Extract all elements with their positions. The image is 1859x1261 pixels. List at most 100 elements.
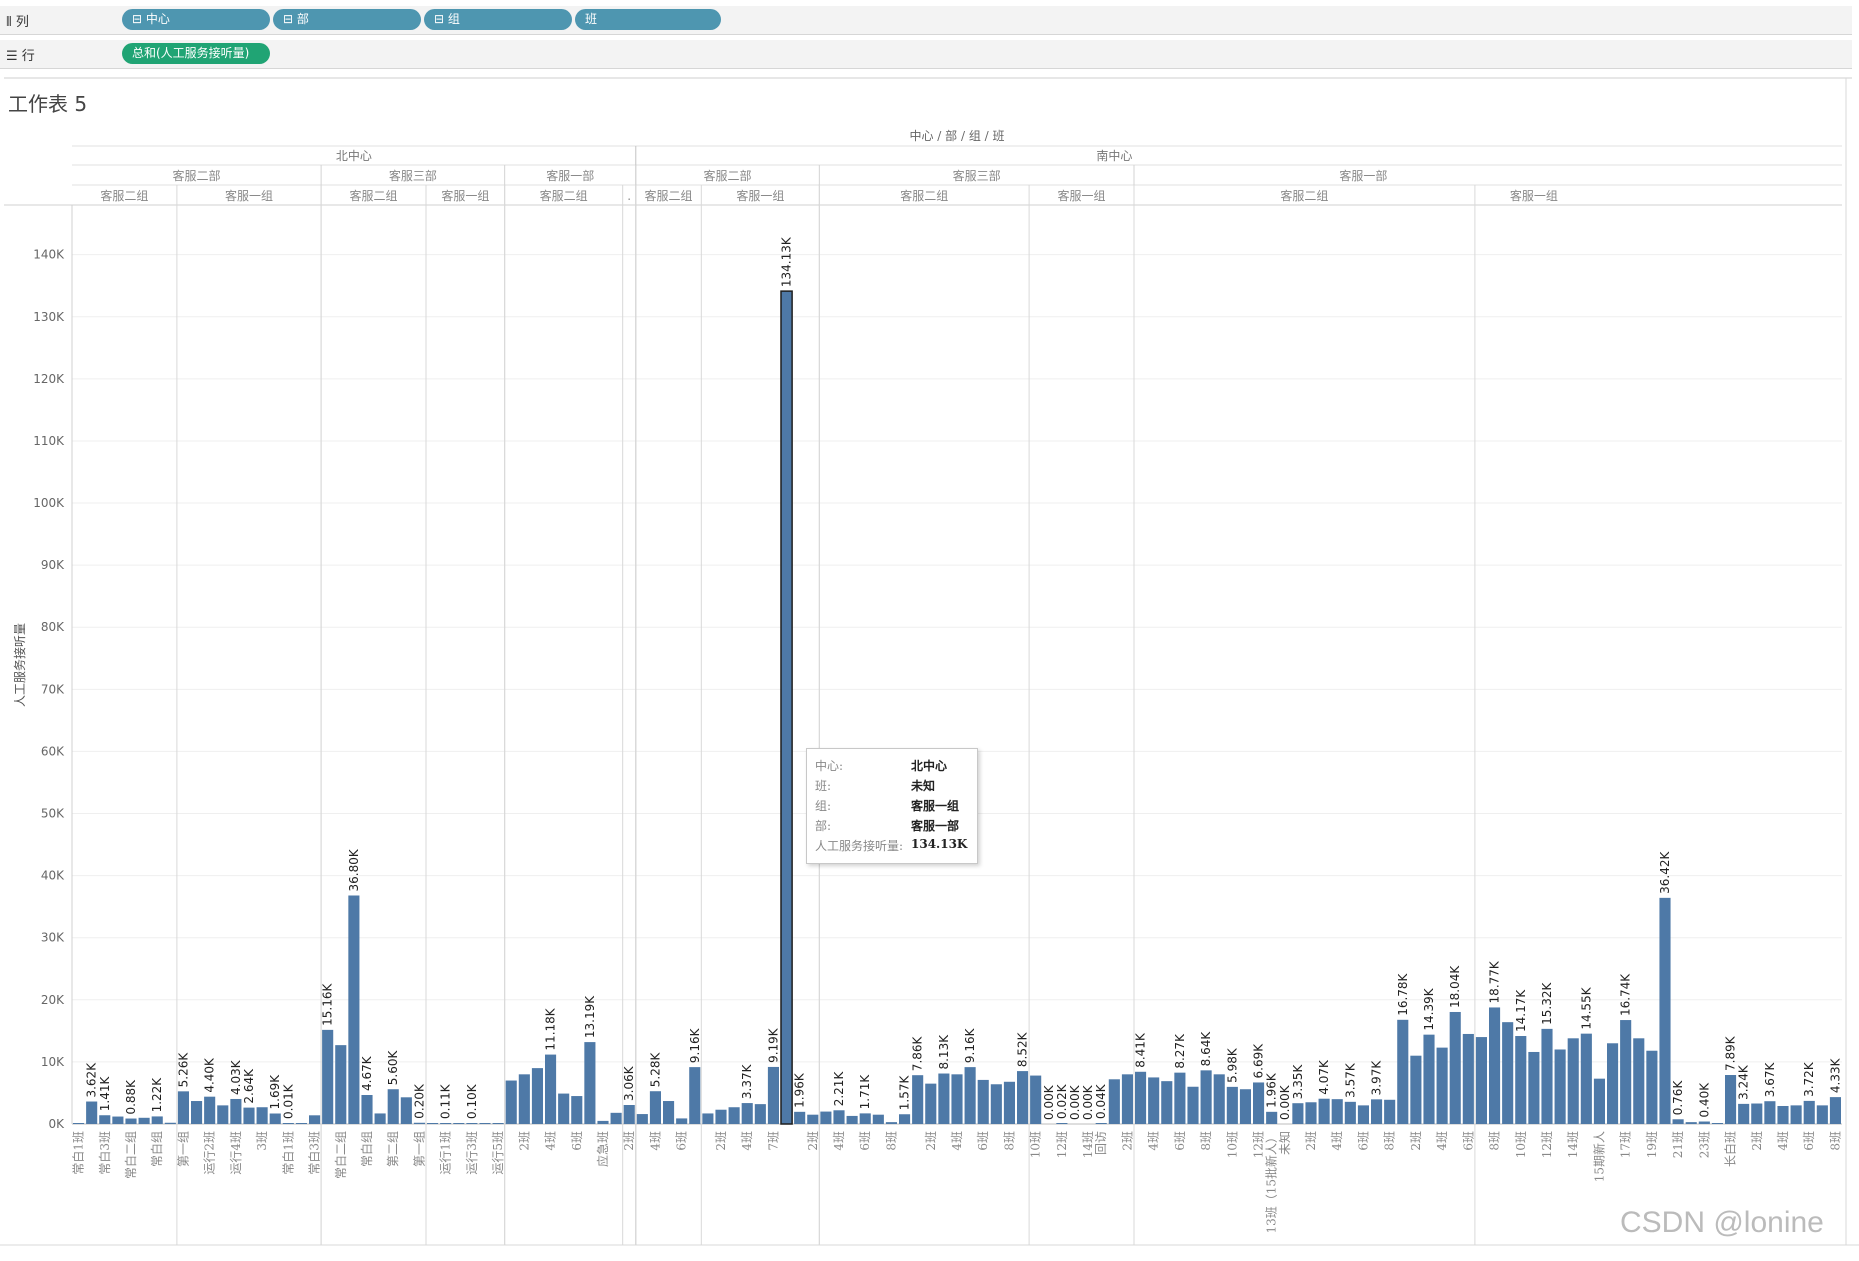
x-category-label: 2班: [1750, 1131, 1764, 1151]
bar-value-label: 36.80K: [347, 848, 361, 891]
bar: [335, 1045, 347, 1124]
bar: [859, 1113, 871, 1124]
bar-value-label: 0.00K: [1081, 1084, 1095, 1120]
bar-value-label: 3.67K: [1763, 1061, 1777, 1097]
bar: [1567, 1038, 1579, 1124]
bar-value-label: 7.89K: [1724, 1035, 1738, 1071]
group-header: 客服一组: [225, 188, 273, 203]
bar: [767, 1066, 779, 1124]
bar: [1711, 1123, 1723, 1124]
bar: [1672, 1119, 1684, 1124]
x-category-label: 运行5班: [491, 1131, 505, 1175]
x-category-label: 14班: [1081, 1131, 1095, 1158]
bar-value-label: 7.86K: [911, 1035, 925, 1071]
x-category-label: 6班: [675, 1131, 689, 1151]
x-category-label: 常白3班: [307, 1131, 322, 1175]
group-header: 客服二组: [540, 188, 588, 203]
bar: [204, 1096, 216, 1124]
bar-value-label: 1.69K: [268, 1074, 282, 1110]
tooltip-key: 部:: [815, 819, 832, 833]
bar-value-label: 4.33K: [1828, 1057, 1842, 1093]
bar-chart: 0K 10K 20K 30K 40K 50K 60K 70K 80K 90K 100K 110K 120…: [0, 77, 1859, 1246]
x-category-label: 第一组: [176, 1131, 190, 1167]
y-axis-title: 人工服务接听量: [12, 623, 27, 707]
bar-value-label: 3.57K: [1343, 1062, 1357, 1098]
bar: [1738, 1103, 1750, 1124]
bar: [1292, 1103, 1304, 1124]
x-category-label: 23班: [1697, 1131, 1711, 1158]
bar-value-label: 16.74K: [1619, 973, 1633, 1016]
x-category-label: 常白二组: [123, 1131, 138, 1179]
bar: [1253, 1082, 1265, 1124]
group-header: .: [627, 189, 631, 203]
x-category-label: 2班: [924, 1131, 938, 1151]
bar: [584, 1042, 596, 1124]
x-category-label: 12班: [1252, 1131, 1266, 1158]
x-category-label: 常白组: [359, 1131, 374, 1167]
bar: [663, 1101, 675, 1124]
x-category-label: 运行4班: [229, 1131, 243, 1175]
bar: [951, 1074, 963, 1124]
bar-value-label: 0.76K: [1671, 1080, 1685, 1116]
x-category-label: 2班: [1120, 1131, 1134, 1151]
bar: [256, 1107, 268, 1124]
bar: [492, 1123, 504, 1124]
group-header: 客服二组: [900, 188, 948, 203]
bar: [466, 1123, 478, 1124]
bar: [794, 1111, 806, 1124]
bar-value-label: 5.98K: [1225, 1047, 1239, 1083]
bar: [925, 1083, 937, 1124]
bar: [1554, 1049, 1566, 1124]
x-category-label: 2班: [714, 1131, 728, 1151]
bar: [715, 1109, 727, 1124]
y-tick-label: 50K: [41, 807, 65, 821]
bar: [151, 1116, 163, 1124]
bar-value-label: 0.40K: [1697, 1082, 1711, 1118]
bar: [1764, 1101, 1776, 1124]
bar: [1528, 1051, 1540, 1124]
bar-value-label: 1.96K: [793, 1072, 807, 1108]
x-category-label: 回访: [1094, 1131, 1108, 1155]
bar: [295, 1123, 307, 1124]
bar: [545, 1054, 557, 1124]
x-category-label: 4班: [950, 1131, 964, 1151]
bar-value-label: 3.97K: [1370, 1060, 1384, 1096]
bar-value-label: 3.37K: [740, 1063, 754, 1099]
y-tick-label: 10K: [41, 1055, 65, 1069]
x-category-label: 2班: [622, 1131, 636, 1151]
x-category-label: 4班: [1330, 1131, 1344, 1151]
x-category-label: 4班: [740, 1131, 754, 1151]
bar-value-label: 8.27K: [1173, 1033, 1187, 1069]
tooltip-value: 未知: [911, 779, 936, 793]
bar: [164, 1122, 176, 1124]
x-category-label: 6班: [858, 1131, 872, 1151]
bar: [1305, 1102, 1317, 1124]
bar: [1580, 1033, 1592, 1124]
x-category-label: 常白1班: [280, 1131, 295, 1175]
tooltip-value: 北中心: [911, 759, 948, 773]
bar: [453, 1123, 465, 1124]
bar-value-label: 0.20K: [412, 1083, 426, 1119]
bar: [1161, 1081, 1173, 1124]
x-category-label: 常白二组: [333, 1131, 348, 1179]
x-category-label: 4班: [1147, 1131, 1161, 1151]
bar: [1436, 1047, 1448, 1124]
bar: [1226, 1086, 1238, 1124]
y-tick-label: 120K: [33, 372, 65, 386]
y-tick-label: 70K: [41, 682, 65, 696]
bar: [833, 1110, 845, 1124]
tooltip-row: 人工服务接听量: 134.13K: [815, 837, 969, 857]
bar-value-label: 0.10K: [465, 1083, 479, 1119]
bar: [1423, 1034, 1435, 1124]
department-header: 客服二部: [173, 168, 221, 183]
bar: [531, 1068, 543, 1124]
bar: [1148, 1077, 1160, 1124]
group-header: 客服一组: [736, 188, 784, 203]
tooltip-row: 组: 客服一组: [815, 797, 969, 817]
bar: [702, 1113, 714, 1124]
bar-value-label: 6.69K: [1252, 1043, 1266, 1079]
x-category-label: 6班: [570, 1131, 584, 1151]
bar: [112, 1116, 124, 1124]
department-header: 客服一部: [546, 168, 594, 183]
bar: [1698, 1121, 1710, 1124]
